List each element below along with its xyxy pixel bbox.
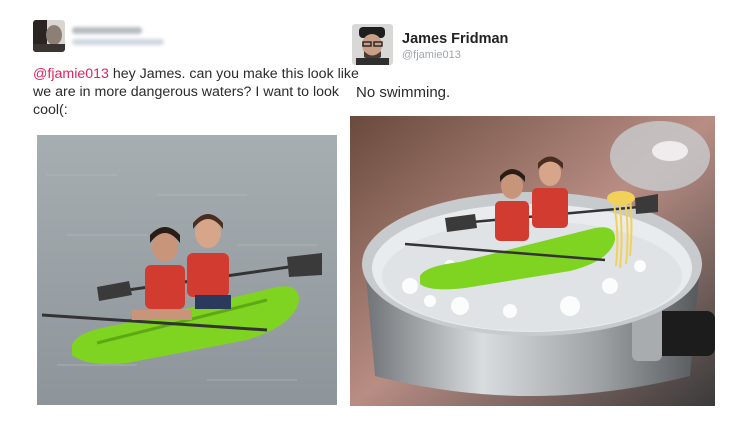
original-kayak-photo — [37, 135, 337, 405]
user-avatar-icon — [352, 24, 393, 65]
blurred-user-name — [72, 27, 142, 34]
author-name[interactable]: James Fridman — [402, 31, 508, 47]
blurred-user-handle — [72, 39, 164, 45]
edited-pot-photo — [350, 116, 715, 406]
user-avatar-icon — [33, 20, 65, 52]
mention-link[interactable]: @fjamie013 — [33, 66, 109, 82]
left-tweet-text: @fjamie013 hey James. can you make this … — [33, 65, 363, 119]
reply-text: No swimming. — [356, 84, 451, 101]
right-user-avatar[interactable] — [352, 24, 393, 65]
author-handle[interactable]: @fjamie013 — [402, 49, 461, 61]
left-user-avatar[interactable] — [33, 20, 65, 52]
